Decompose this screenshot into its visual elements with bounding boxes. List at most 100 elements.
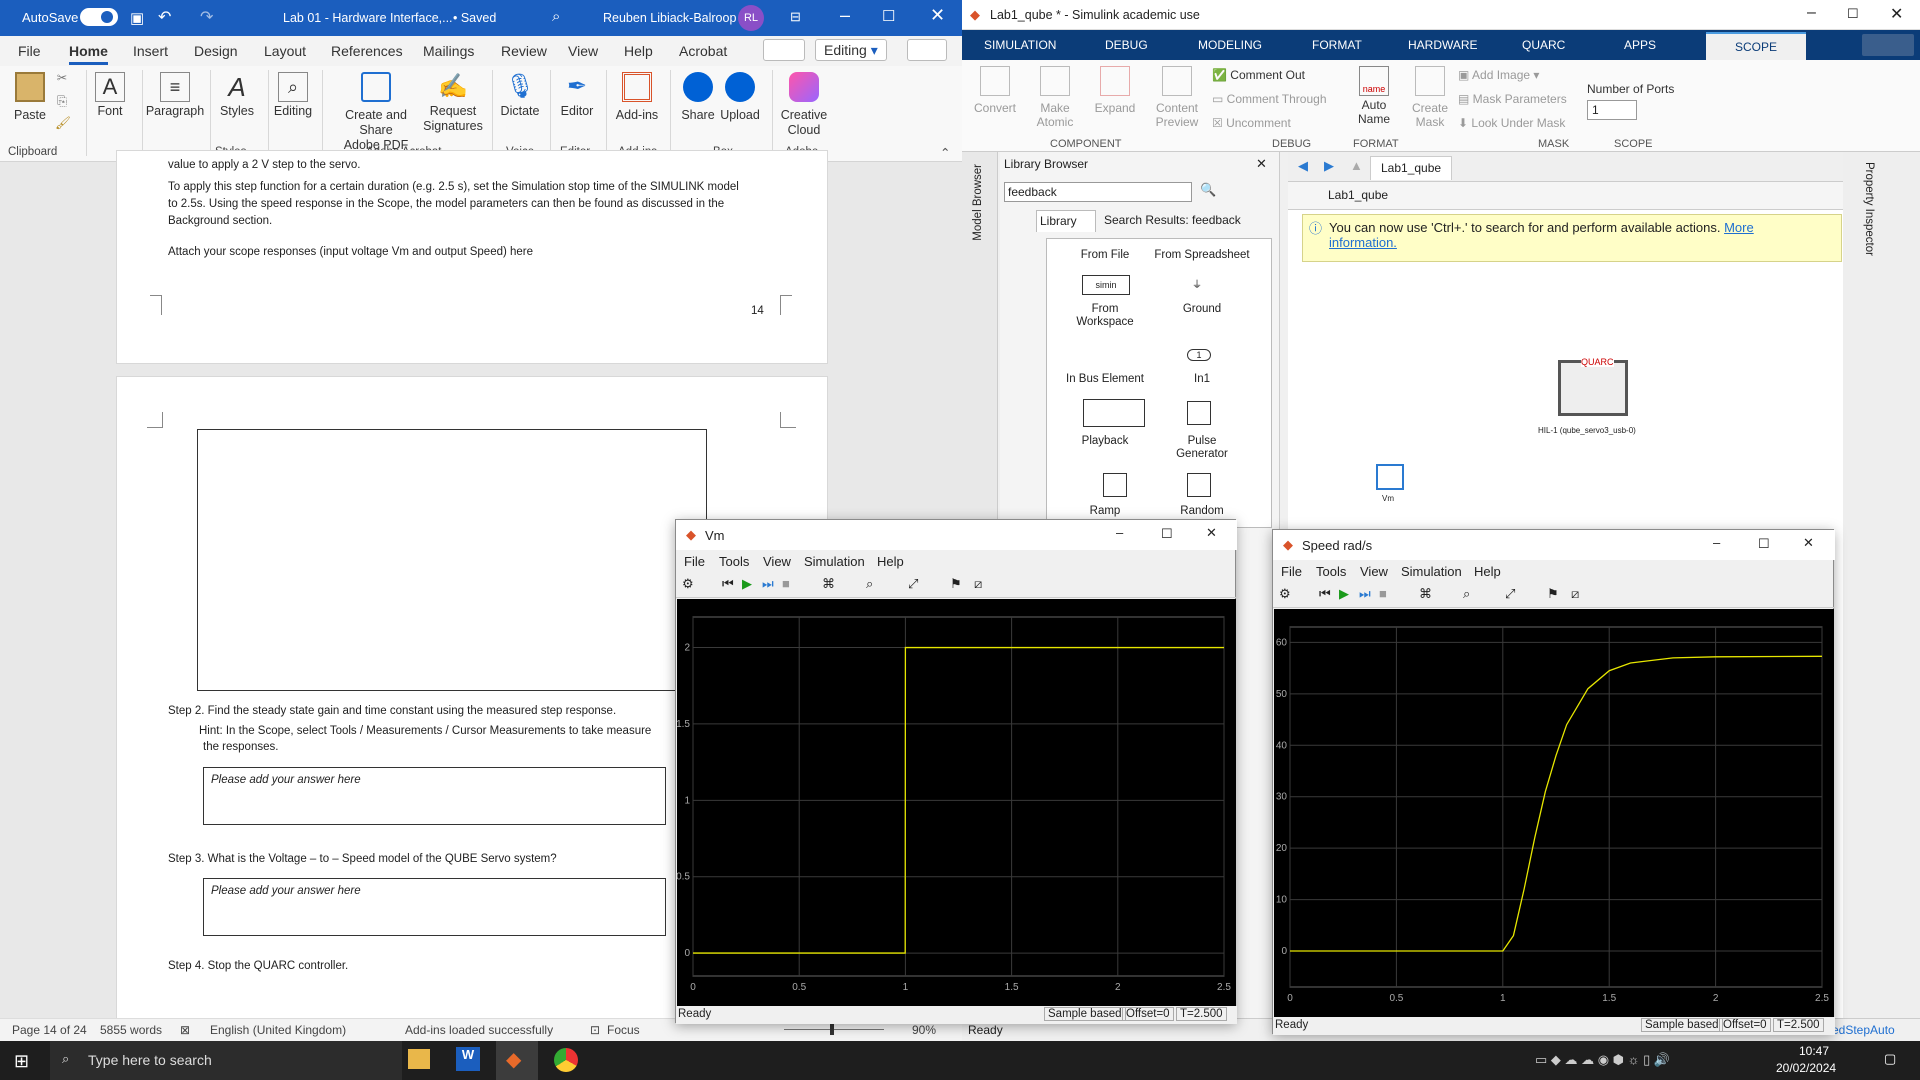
maximize-icon[interactable]: ☐ [1161,526,1173,542]
make-atomic-button[interactable]: Make Atomic [1032,66,1078,129]
create-mask-button[interactable]: Create Mask [1408,66,1452,129]
convert-button[interactable]: Convert [972,66,1018,115]
cursor-measurements-icon[interactable]: ⧄ [974,576,982,592]
close-icon[interactable]: ✕ [930,5,945,26]
request-signatures-button[interactable]: ✍ Request Signatures [422,72,484,134]
uncomment-button[interactable]: ☒ Uncomment [1212,116,1291,130]
back-arrow-icon[interactable]: ◀ [1298,158,1308,174]
addins-button[interactable]: Add-ins [612,72,662,123]
close-icon[interactable]: ✕ [1256,156,1267,172]
scale-axes-icon[interactable]: ⤢ [908,576,918,592]
block-from-spreadsheet[interactable]: From Spreadsheet [1147,249,1257,262]
highlight-block-icon[interactable]: ⌘ [822,576,835,592]
tab-review[interactable]: Review [501,43,547,59]
solver-label[interactable]: edStepAuto [1832,1023,1895,1037]
stop-icon[interactable]: ■ [782,576,790,591]
close-icon[interactable]: ✕ [1803,535,1814,551]
matlab-task-icon[interactable]: ◆ [496,1041,538,1080]
collapse-ribbon-icon[interactable]: ⌃ [940,146,950,161]
tab-file[interactable]: File [18,43,41,59]
dictate-button[interactable]: 🎙 Dictate [498,72,542,119]
menu-file[interactable]: File [684,554,705,569]
tab-insert[interactable]: Insert [133,43,168,59]
focus-label[interactable]: Focus [607,1023,640,1037]
run-icon[interactable]: ▶ [1339,586,1349,602]
block-random[interactable]: Random [1147,505,1257,518]
editor-button[interactable]: ✒ Editor [555,72,599,119]
pulse-generator-icon[interactable] [1187,401,1211,425]
expand-button[interactable]: Expand [1092,66,1138,115]
proofing-icon[interactable]: ⊠ [180,1023,190,1037]
menu-tools[interactable]: Tools [1316,564,1346,579]
search-results-tab[interactable]: Search Results: feedback [1104,213,1241,227]
cursor-measurements-icon[interactable]: ⧄ [1571,586,1579,602]
step-forward-icon[interactable]: ⏭ [1359,586,1371,602]
search-icon[interactable]: ⌕ [552,8,560,25]
save-icon[interactable]: ▣ [130,9,144,27]
file-explorer-icon[interactable] [408,1049,430,1069]
word-icon[interactable]: W [456,1047,480,1071]
copy-icon[interactable]: ⎘ [55,94,69,109]
avatar[interactable]: RL [738,5,764,31]
font-button[interactable]: A Font [90,72,130,119]
vm-scope-block[interactable] [1376,464,1404,490]
stop-icon[interactable]: ■ [1379,586,1387,601]
clock-date[interactable]: 20/02/2024 [1776,1061,1836,1075]
box-share-button[interactable]: Share [676,72,720,123]
editing-mode-button[interactable]: Editing ▾ [815,39,887,61]
format-painter-icon[interactable]: 🖌 [55,116,71,131]
model-path[interactable]: Lab1_qube [1328,188,1388,202]
block-ground[interactable]: Ground [1147,303,1257,316]
block-in-bus-element[interactable]: In Bus Element [1055,373,1155,386]
page-count[interactable]: Page 14 of 24 [12,1023,87,1037]
minimize-icon[interactable]: – [840,5,850,26]
block-from-file[interactable]: From File [1055,249,1155,262]
settings-icon[interactable]: ⚙ [1279,586,1291,602]
in1-icon[interactable]: 1 [1187,349,1211,361]
rewind-icon[interactable]: ⏮ [722,576,734,592]
tab-modeling[interactable]: MODELING [1198,38,1262,52]
menu-help[interactable]: Help [1474,564,1501,579]
notifications-icon[interactable]: ▢ [1884,1051,1896,1067]
maximize-icon[interactable]: ☐ [1758,536,1770,552]
minimize-icon[interactable]: – [1116,525,1123,540]
highlight-block-icon[interactable]: ⌘ [1419,586,1432,602]
ground-icon[interactable]: ⏚ [1187,279,1207,292]
menu-view[interactable]: View [1360,564,1388,579]
library-search-input[interactable]: feedback [1004,182,1192,202]
tab-design[interactable]: Design [194,43,238,59]
create-pdf-button[interactable]: Create and Share Adobe PDF [328,72,424,153]
tab-mailings[interactable]: Mailings [423,43,474,59]
block-playback[interactable]: Playback [1055,435,1155,448]
library-tab[interactable]: Library [1036,210,1096,232]
num-ports-input[interactable]: 1 [1587,100,1637,120]
tab-scope[interactable]: SCOPE [1706,32,1806,60]
minimize-icon[interactable]: – [1807,4,1816,22]
maximize-icon[interactable]: ☐ [882,7,895,25]
auto-name-button[interactable]: name Auto Name [1350,66,1398,126]
redo-icon[interactable]: ↷ [200,7,213,27]
zoom-level[interactable]: 90% [912,1023,936,1037]
menu-view[interactable]: View [763,554,791,569]
search-icon[interactable]: 🔍 [1200,182,1216,198]
scope-plot-vm[interactable]: 0 0.5 1 1.5 2 2.5 0 0.5 1 1.5 2 [676,599,1236,1006]
menu-tools[interactable]: Tools [719,554,749,569]
tab-help[interactable]: Help [624,43,653,59]
menu-simulation[interactable]: Simulation [1401,564,1462,579]
settings-icon[interactable]: ⚙ [682,576,694,592]
zoom-slider[interactable] [784,1029,884,1030]
mask-parameters-button[interactable]: ▤ Mask Parameters [1458,92,1567,106]
tray-icons[interactable]: ▭ ◆ ☁ ☁ ◉ ⬢ ☼ ▯ 🔊 [1535,1052,1670,1068]
upload-button[interactable]: Upload [718,72,762,123]
tab-acrobat[interactable]: Acrobat [679,43,727,59]
answer-box-step2[interactable]: Please add your answer here [203,767,666,825]
focus-icon[interactable]: ⊡ [590,1023,600,1037]
triggers-icon[interactable]: ⚑ [950,576,962,592]
doc-line[interactable]: Attach your scope responses (input volta… [168,244,533,260]
scale-axes-icon[interactable]: ⤢ [1505,586,1515,602]
tab-layout[interactable]: Layout [264,43,306,59]
autosave-toggle[interactable] [80,8,118,26]
block-pulse-generator[interactable]: Pulse Generator [1147,435,1257,461]
step-forward-icon[interactable]: ⏭ [762,576,774,592]
close-icon[interactable]: ✕ [1890,4,1903,24]
